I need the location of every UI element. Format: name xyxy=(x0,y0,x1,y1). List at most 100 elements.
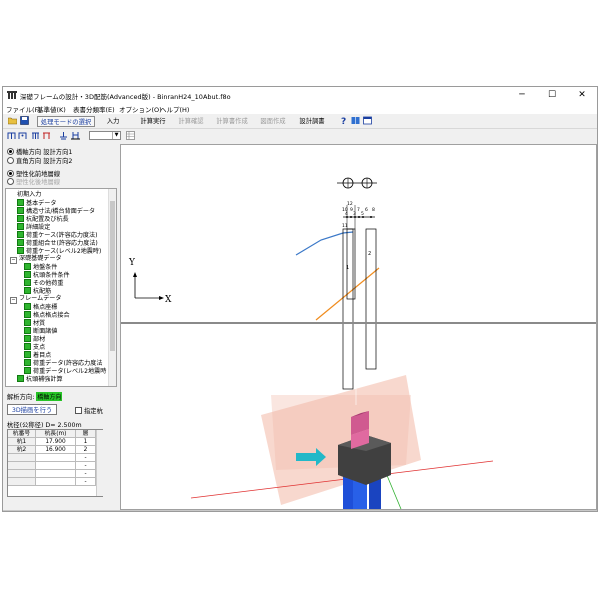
menu-classification[interactable]: 表書分類率(E) xyxy=(73,104,115,114)
pile-1 xyxy=(342,228,354,390)
tree-item-label: フレームデータ xyxy=(19,295,62,302)
checkbox-box[interactable] xyxy=(75,407,82,414)
analysis-direction: 解析方向: 橋軸方向 xyxy=(7,392,63,401)
analysis-badge: 橋軸方向 xyxy=(36,392,63,401)
view-area: Y X 12 10 9 7 6 8 4 3 5 11 1 2 xyxy=(120,144,597,510)
grid-header: 杭番号 xyxy=(8,430,36,438)
tree-item-label: 格点格点接合 xyxy=(33,312,70,319)
grid-cell[interactable]: 2 xyxy=(76,446,96,454)
grid-cell[interactable]: - xyxy=(76,454,96,462)
pile-label-2: 2 xyxy=(368,251,371,257)
radio-label: 直角方向 設計方向2 xyxy=(16,158,73,165)
grid-cell[interactable] xyxy=(8,478,36,486)
calc-check-button[interactable]: 計算確認 xyxy=(174,116,208,127)
input-button[interactable]: 入力 xyxy=(98,116,128,127)
load-view-icon[interactable] xyxy=(42,131,51,140)
scroll-thumb[interactable] xyxy=(110,201,115,351)
left-panel: 橋軸方向 設計方向1 直角方向 設計方向2 塑性化前地層線 塑性化後地層線 初期… xyxy=(3,144,120,510)
pile-length-grid: 杭番号 杭長(m) 層杭1 17.900 1 杭2 16.900 2- - - - xyxy=(7,429,104,497)
collapse-icon[interactable]: − xyxy=(10,297,17,304)
close-button[interactable]: ✕ xyxy=(567,87,597,103)
grid-cell[interactable]: 杭2 xyxy=(8,446,36,454)
status-icon xyxy=(24,279,31,286)
tree-item[interactable]: 杭頭補強計算 xyxy=(17,375,63,384)
grid-cell[interactable] xyxy=(36,462,76,470)
table-icon[interactable] xyxy=(126,131,135,140)
status-icon xyxy=(24,303,31,310)
view-combo[interactable]: ▼ xyxy=(89,131,121,140)
tree-item-label: 断面諸値 xyxy=(33,328,58,335)
node-label: 6 xyxy=(365,207,368,213)
menu-help[interactable]: ヘルプ(H) xyxy=(160,104,189,114)
grid-cell[interactable] xyxy=(36,470,76,478)
y-axis-arrow xyxy=(133,272,137,277)
tree-item-label: 格点座標 xyxy=(33,304,58,311)
save-icon[interactable] xyxy=(20,116,29,125)
grid-cell[interactable]: 16.900 xyxy=(36,446,76,454)
node-label: 12 xyxy=(347,201,353,207)
grid-cell[interactable] xyxy=(8,454,36,462)
design-record-button[interactable]: 設計調書 xyxy=(295,116,329,127)
book-icon[interactable] xyxy=(351,116,360,125)
x-axis-label: X xyxy=(165,295,172,305)
structure-icon[interactable] xyxy=(71,131,80,140)
calc-run-button[interactable]: 計算実行 xyxy=(135,116,171,127)
frame-view2-icon[interactable] xyxy=(18,131,27,140)
help-icon[interactable]: ? xyxy=(339,116,348,125)
status-icon xyxy=(24,359,31,366)
grid-cell[interactable]: 杭1 xyxy=(8,438,36,446)
view-separator[interactable] xyxy=(121,322,596,324)
status-icon xyxy=(24,367,31,374)
grid-cell[interactable]: - xyxy=(76,470,96,478)
fixed-pile-checkbox[interactable]: 指定杭 xyxy=(75,406,103,415)
view-3d xyxy=(190,330,494,509)
maximize-button[interactable]: ☐ xyxy=(537,87,567,103)
window-icon[interactable] xyxy=(363,116,372,125)
grid-cell[interactable]: 1 xyxy=(76,438,96,446)
grid-cell[interactable] xyxy=(36,454,76,462)
input-tree: 初期入力 基本データ 構造寸法/橋台背面データ 杭配置及び杭長 詳細設定 荷重ケース(許容… xyxy=(5,188,117,387)
radio-direction-2[interactable]: 直角方向 設計方向2 xyxy=(7,156,72,165)
grid-cell[interactable]: 17.900 xyxy=(36,438,76,446)
grid-cell[interactable] xyxy=(8,470,36,478)
view-canvas: Y X 12 10 9 7 6 8 4 3 5 11 1 2 xyxy=(128,177,494,509)
chevron-down-icon[interactable]: ▼ xyxy=(112,132,120,139)
open-folder-icon[interactable] xyxy=(8,116,17,125)
bearing-symbols xyxy=(337,177,377,189)
pile-view-icon[interactable] xyxy=(31,131,40,140)
pile-2 xyxy=(365,228,377,370)
tree-item[interactable]: 初期入力 xyxy=(17,191,41,199)
status-icon xyxy=(24,327,31,334)
radio-label: 橋軸方向 設計方向1 xyxy=(16,149,73,156)
menu-file[interactable]: ファイル(F) xyxy=(6,104,41,114)
grid-header: 層 xyxy=(76,430,96,438)
grid-scrollbar[interactable] xyxy=(96,430,104,496)
status-icon xyxy=(24,287,31,294)
draw-3d-button[interactable]: 3D描画を行う xyxy=(7,404,57,415)
report-create-button[interactable]: 計算書作成 xyxy=(211,116,253,127)
menu-standards[interactable]: 基準値(K) xyxy=(37,104,66,114)
minimize-button[interactable]: ─ xyxy=(507,87,537,103)
grid-cell[interactable] xyxy=(8,462,36,470)
drawing-create-button[interactable]: 図面作成 xyxy=(256,116,290,127)
tree-item-label: 基本データ xyxy=(26,200,57,207)
radio-dot[interactable] xyxy=(7,157,14,164)
tree-scrollbar[interactable] xyxy=(108,189,116,386)
collapse-icon[interactable]: − xyxy=(10,257,17,264)
radio-dot[interactable] xyxy=(7,148,14,155)
frame-view-icon[interactable] xyxy=(7,131,16,140)
grid-cell[interactable]: - xyxy=(76,478,96,486)
radio-dot[interactable] xyxy=(7,170,14,177)
mode-select-button[interactable]: 処理モードの選択 xyxy=(37,116,95,127)
grid-cell[interactable] xyxy=(36,478,76,486)
ground-line xyxy=(295,231,354,256)
menu-options[interactable]: オプション(O) xyxy=(119,104,162,114)
grid-cell[interactable]: - xyxy=(76,462,96,470)
pile-label-1: 1 xyxy=(346,265,349,271)
tree-item-label: 詳細設定 xyxy=(26,224,51,231)
node-label: 7 xyxy=(357,207,360,213)
node-label: 5 xyxy=(361,211,364,217)
pile-diameter-label: 杭径(公称径) D= 2.500m xyxy=(7,422,82,429)
support-icon[interactable] xyxy=(59,131,68,140)
radio-direction-1[interactable]: 橋軸方向 設計方向1 xyxy=(7,147,72,156)
